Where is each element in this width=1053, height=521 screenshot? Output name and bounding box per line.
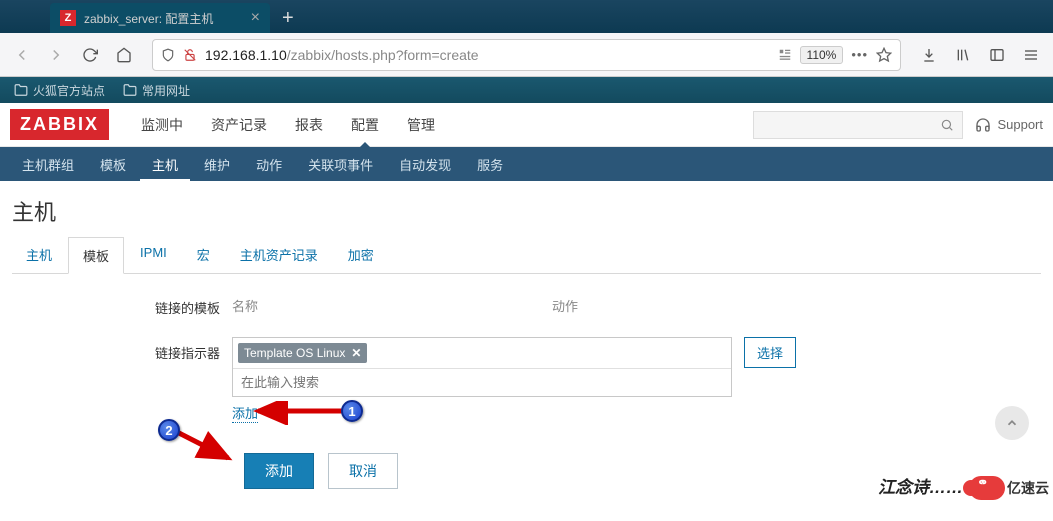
zoom-indicator[interactable]: 110% [800,46,844,64]
search-icon [940,118,954,132]
browser-tab-strip: Z zabbix_server: 配置主机 × + [0,0,1053,33]
topnav-administration[interactable]: 管理 [395,103,447,147]
bookmark-star-icon[interactable] [876,47,892,63]
url-bar[interactable]: 192.168.1.10/zabbix/hosts.php?form=creat… [152,39,901,71]
tab-favicon: Z [60,10,76,26]
scroll-to-top-button[interactable] [995,406,1029,440]
template-multiselect[interactable]: Template OS Linux ✕ [232,337,732,397]
subnav-templates[interactable]: 模板 [88,147,138,182]
submit-add-button[interactable]: 添加 [244,453,314,489]
template-search-input[interactable] [233,368,731,396]
new-tab-button[interactable]: + [270,3,306,33]
page-title: 主机 [12,195,1041,227]
downloads-icon[interactable] [915,41,943,69]
template-tag[interactable]: Template OS Linux ✕ [238,343,367,363]
url-text: 192.168.1.10/zabbix/hosts.php?form=creat… [205,47,770,63]
page-actions-icon[interactable]: ••• [851,47,868,62]
content-area: 主机 主机 模板 IPMI 宏 主机资产记录 加密 链接的模板 名称 动作 链接… [0,181,1053,521]
form-tab-inventory[interactable]: 主机资产记录 [226,237,332,273]
library-icon[interactable] [949,41,977,69]
bookmark-item[interactable]: 火狐官方站点 [14,82,105,99]
bookmark-item[interactable]: 常用网址 [123,82,190,99]
form-tab-ipmi[interactable]: IPMI [126,237,181,273]
back-button[interactable] [8,41,36,69]
subnav-discovery[interactable]: 自动发现 [387,147,463,182]
insecure-icon [183,48,197,62]
topnav-configuration[interactable]: 配置 [339,103,391,147]
form-tabs: 主机 模板 IPMI 宏 主机资产记录 加密 [12,237,1041,274]
select-button[interactable]: 选择 [744,337,796,368]
linked-table-header: 名称 动作 [232,292,812,319]
add-link[interactable]: 添加 [232,403,258,423]
global-search[interactable] [753,111,963,139]
subnav-hostgroups[interactable]: 主机群组 [10,147,86,182]
cancel-button[interactable]: 取消 [328,453,398,489]
chevron-up-icon [1005,416,1019,430]
form-tab-templates[interactable]: 模板 [68,237,124,274]
topnav-inventory[interactable]: 资产记录 [199,103,279,147]
headset-icon [975,117,991,133]
sidebar-icon[interactable] [983,41,1011,69]
zabbix-app: ZABBIX 监测中 资产记录 报表 配置 管理 Support 主机群组 模板… [0,103,1053,521]
folder-icon [14,83,28,97]
annotation-marker-2: 2 [158,419,180,441]
form-tab-macros[interactable]: 宏 [183,237,224,273]
browser-tab[interactable]: Z zabbix_server: 配置主机 × [50,3,270,33]
bookmarks-bar: 火狐官方站点 常用网址 [0,77,1053,103]
template-tag-remove-icon[interactable]: ✕ [351,346,361,360]
cloud-icon: ຶ [969,476,1005,500]
top-nav: 监测中 资产记录 报表 配置 管理 [129,103,753,147]
menu-icon[interactable] [1017,41,1045,69]
form-tab-encryption[interactable]: 加密 [334,237,388,273]
col-action: 动作 [552,296,578,315]
zabbix-logo[interactable]: ZABBIX [10,109,109,140]
watermark-logo: ຶ 亿速云 [969,476,1049,500]
link-indicator-label: 链接指示器 [142,337,232,362]
topnav-monitoring[interactable]: 监测中 [129,103,195,147]
subnav-correlation[interactable]: 关联项事件 [296,147,385,182]
subnav-hosts[interactable]: 主机 [140,147,190,182]
home-button[interactable] [110,41,138,69]
template-tag-label: Template OS Linux [244,346,345,360]
forward-button[interactable] [42,41,70,69]
tab-close-icon[interactable]: × [251,9,260,27]
tab-title: zabbix_server: 配置主机 [84,10,243,27]
subnav-maintenance[interactable]: 维护 [192,147,242,182]
reload-button[interactable] [76,41,104,69]
subnav-actions[interactable]: 动作 [244,147,294,182]
support-link[interactable]: Support [975,117,1043,133]
reader-icon[interactable] [778,48,792,62]
annotation-marker-1: 1 [341,400,363,422]
topnav-reports[interactable]: 报表 [283,103,335,147]
shield-icon [161,48,175,62]
subnav-services[interactable]: 服务 [465,147,515,182]
form-tab-host[interactable]: 主机 [12,237,66,273]
watermark-text: 江念诗…… [878,473,963,498]
col-name: 名称 [232,296,552,315]
browser-toolbar: 192.168.1.10/zabbix/hosts.php?form=creat… [0,33,1053,77]
folder-icon [123,83,137,97]
zabbix-header: ZABBIX 监测中 资产记录 报表 配置 管理 Support [0,103,1053,147]
sub-nav: 主机群组 模板 主机 维护 动作 关联项事件 自动发现 服务 [0,147,1053,181]
linked-templates-label: 链接的模板 [142,292,232,317]
